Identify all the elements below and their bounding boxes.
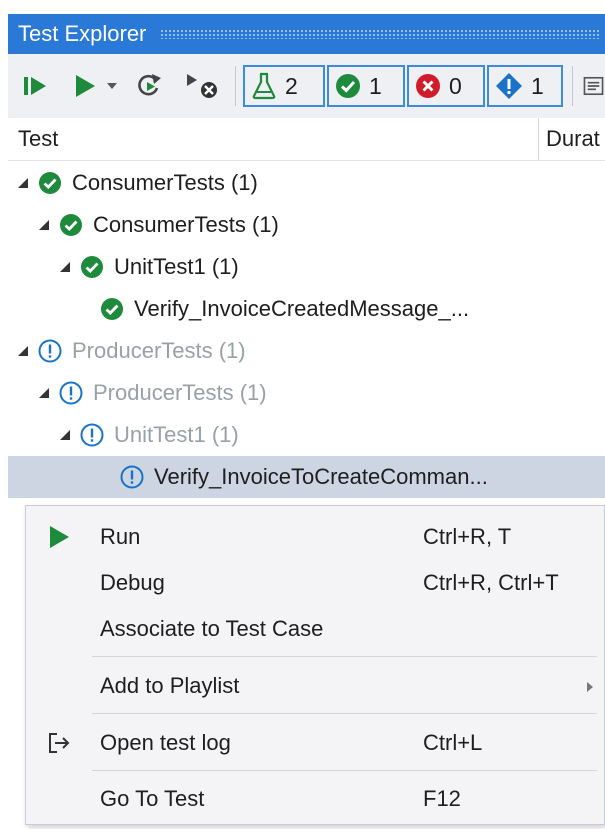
play-icon <box>44 522 74 552</box>
menu-item-associate-to-test-case[interactable]: Associate to Test Case <box>26 606 605 652</box>
total-count: 2 <box>285 72 298 99</box>
column-duration[interactable]: Durat <box>546 126 600 152</box>
column-test[interactable]: Test <box>18 126 58 152</box>
tree-row-label: ConsumerTests (1) <box>93 212 279 237</box>
tree-row-consumer-namespace[interactable]: ConsumerTests (1) <box>8 204 605 246</box>
tree-row-label: UnitTest1 (1) <box>114 254 239 279</box>
toolbar-separator <box>235 66 236 106</box>
error-circle-icon <box>416 74 440 98</box>
menu-item-shortcut: Ctrl+R, T <box>423 524 512 549</box>
not-run-icon <box>38 339 62 363</box>
menu-separator <box>92 770 597 771</box>
toolbar: 2 1 0 1 <box>8 54 605 119</box>
not-run-count: 1 <box>531 72 544 99</box>
menu-item-label: Associate to Test Case <box>100 616 324 641</box>
play-icon <box>76 75 95 97</box>
tree-row-consumer-class[interactable]: UnitTest1 (1) <box>8 246 605 288</box>
tree-row-producer-project[interactable]: ProducerTests (1) <box>8 330 605 372</box>
menu-item-shortcut: Ctrl+R, Ctrl+T <box>423 570 559 595</box>
column-header: Test Durat <box>8 118 605 161</box>
context-menu: Run Ctrl+R, T Debug Ctrl+R, Ctrl+T Assoc… <box>25 505 605 825</box>
menu-item-open-test-log[interactable]: Open test log Ctrl+L <box>26 720 605 766</box>
menu-item-add-to-playlist[interactable]: Add to Playlist <box>26 663 605 709</box>
cancel-run-button[interactable] <box>182 54 224 118</box>
expand-arrow-icon[interactable] <box>60 428 72 442</box>
cancel-icon <box>187 74 217 98</box>
not-run-diamond-icon <box>496 73 522 99</box>
run-button[interactable] <box>70 54 100 118</box>
tree-row-consumer-project[interactable]: ConsumerTests (1) <box>8 162 605 204</box>
passed-icon <box>59 213 83 237</box>
expand-arrow-icon[interactable] <box>18 176 30 190</box>
tree-row-producer-test-selected[interactable]: Verify_InvoiceToCreateComman... <box>8 456 605 498</box>
tree-row-producer-class[interactable]: UnitTest1 (1) <box>8 414 605 456</box>
open-log-icon <box>44 728 74 758</box>
menu-item-debug[interactable]: Debug Ctrl+R, Ctrl+T <box>26 560 605 606</box>
submenu-arrow-icon <box>586 673 594 699</box>
menu-item-label: Add to Playlist <box>100 673 240 698</box>
not-run-icon <box>80 423 104 447</box>
title-bar-grip <box>160 29 599 39</box>
menu-item-label: Open test log <box>100 730 231 755</box>
passed-icon <box>80 255 104 279</box>
menu-item-label: Debug <box>100 570 165 595</box>
passed-icon <box>38 171 62 195</box>
check-circle-icon <box>336 74 360 98</box>
playlist-icon <box>583 76 604 96</box>
passed-icon <box>100 297 124 321</box>
playlist-button[interactable] <box>582 54 605 118</box>
flask-icon <box>252 72 276 100</box>
menu-item-label: Go To Test <box>100 786 205 811</box>
tree-row-label: Verify_InvoiceToCreateComman... <box>154 464 488 489</box>
menu-separator <box>92 713 597 714</box>
tree-row-label: Verify_InvoiceCreatedMessage_... <box>134 296 470 321</box>
refresh-play-icon <box>138 74 161 96</box>
column-divider[interactable] <box>538 118 539 160</box>
failed-tests-filter[interactable]: 0 <box>407 65 485 107</box>
passed-count: 1 <box>369 72 382 99</box>
menu-item-shortcut: F12 <box>423 786 461 811</box>
menu-separator <box>92 656 597 657</box>
tree-row-label: ProducerTests (1) <box>93 380 267 405</box>
expand-arrow-icon[interactable] <box>18 344 30 358</box>
expand-arrow-icon[interactable] <box>39 386 51 400</box>
tree-row-label: ConsumerTests (1) <box>72 170 258 195</box>
tree-row-producer-namespace[interactable]: ProducerTests (1) <box>8 372 605 414</box>
not-run-icon <box>59 381 83 405</box>
chevron-down-icon <box>107 83 117 89</box>
tree-row-consumer-test[interactable]: Verify_InvoiceCreatedMessage_... <box>8 288 605 330</box>
menu-item-shortcut: Ctrl+L <box>423 730 483 755</box>
expand-arrow-icon[interactable] <box>60 260 72 274</box>
not-run-icon <box>120 465 144 489</box>
window-title: Test Explorer <box>18 21 147 46</box>
expand-arrow-icon[interactable] <box>39 218 51 232</box>
total-tests-filter[interactable]: 2 <box>243 65 325 107</box>
run-all-icon <box>24 77 46 95</box>
passed-tests-filter[interactable]: 1 <box>327 65 405 107</box>
failed-count: 0 <box>449 72 462 99</box>
run-dropdown-button[interactable] <box>102 54 122 118</box>
toolbar-separator <box>572 66 573 106</box>
menu-item-run[interactable]: Run Ctrl+R, T <box>26 514 605 560</box>
not-run-tests-filter[interactable]: 1 <box>487 65 563 107</box>
tree-row-label: UnitTest1 (1) <box>114 422 239 447</box>
run-all-button[interactable] <box>20 54 50 118</box>
repeat-last-run-button[interactable] <box>134 54 166 118</box>
tree-row-label: ProducerTests (1) <box>72 338 246 363</box>
menu-item-label: Run <box>100 524 141 549</box>
tool-window-title-bar[interactable]: Test Explorer <box>8 14 605 54</box>
menu-item-go-to-test[interactable]: Go To Test F12 <box>26 776 605 822</box>
